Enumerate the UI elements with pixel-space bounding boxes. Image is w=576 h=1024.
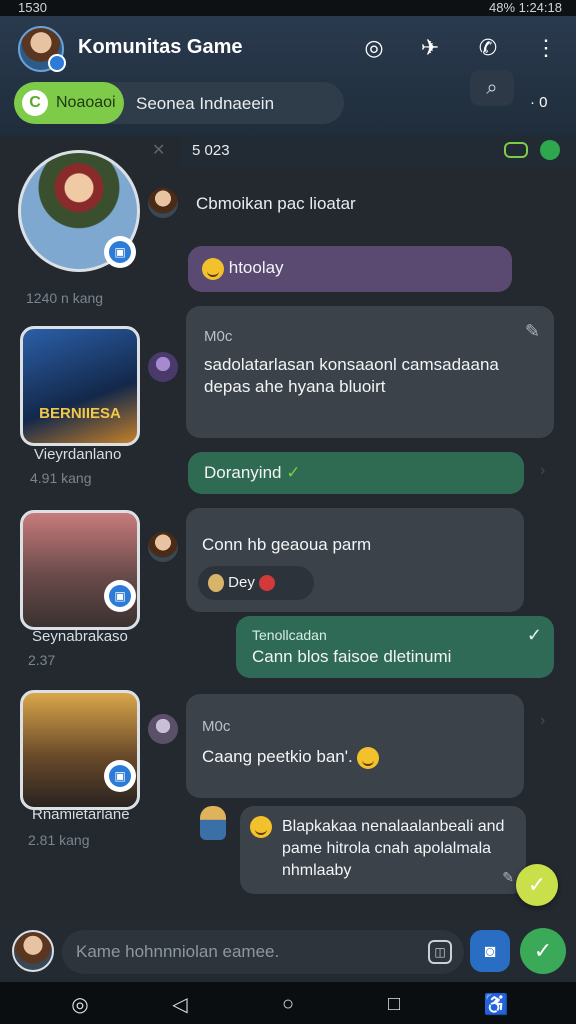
- message-7-text-row: Caang peetkio ban'.: [202, 746, 508, 769]
- toggle-icon[interactable]: [504, 142, 528, 158]
- message-6-text: Cann blos faisoe dletinumi: [252, 647, 452, 666]
- confirm-fab-button[interactable]: ✓: [516, 864, 558, 906]
- back-icon[interactable]: ◁: [166, 990, 194, 1018]
- message-4-bubble[interactable]: Doranyind ✓: [188, 452, 524, 494]
- message-5-bubble[interactable]: Conn hb geaoua parm Dey: [186, 508, 524, 612]
- user-icon: [208, 574, 224, 593]
- app-title: Komunitas Game: [78, 36, 243, 58]
- message-3-author: M0c: [204, 328, 233, 345]
- pin-icon[interactable]: ✈: [414, 32, 446, 64]
- sidebar-sub-4: 2.81 kang: [28, 832, 90, 848]
- sidebar-label-3: Seynabrakaso: [32, 628, 128, 645]
- app-header: Komunitas Game ◎ ✈ ✆ ⋮ C Noaoaoi Seonea …: [0, 16, 576, 136]
- message-5-text: Conn hb geaoua parm: [202, 535, 372, 554]
- message-8-bubble[interactable]: Blapkakaa nenalaalanbeali and pame hitro…: [240, 806, 526, 894]
- smile-emoji-icon: [250, 816, 272, 838]
- close-icon[interactable]: ✕: [152, 140, 165, 160]
- chevron-right-icon: ›: [540, 462, 546, 479]
- message-input[interactable]: Kame hohnnniolan eamee. ◫: [62, 930, 464, 974]
- status-bar: 1530 48% 1:24:18: [0, 0, 576, 16]
- search-input[interactable]: Seonea Indnaeein: [136, 94, 274, 114]
- status-time: 1530: [18, 0, 47, 15]
- check-icon: ✓: [526, 625, 542, 645]
- channel-subbar: 5 023: [180, 136, 576, 166]
- camera-badge-icon: ▣: [104, 760, 136, 792]
- chevron-right-icon: ›: [540, 712, 546, 729]
- smile-emoji-icon: [202, 257, 224, 280]
- member-count: 5 023: [192, 142, 230, 159]
- sidebar-sub-1: 1240 n kang: [26, 290, 104, 306]
- system-nav-bar: ◎ ◁ ○ □ ♿: [0, 982, 576, 1024]
- message-7-author: M0c: [202, 718, 231, 735]
- avatar[interactable]: [148, 352, 178, 382]
- camera-button[interactable]: ◙: [470, 930, 510, 972]
- message-4-text: Doranyind: [204, 463, 282, 482]
- community-chip[interactable]: C Noaoaoi: [14, 82, 124, 124]
- message-3-bubble[interactable]: M0c sadolatarlasan konsaaonl camsadaana …: [186, 306, 554, 438]
- message-placeholder: Kame hohnnniolan eamee.: [76, 942, 280, 961]
- message-6-author: Tenollcadan: [252, 627, 327, 643]
- edit-icon[interactable]: ✎: [525, 320, 540, 342]
- reaction-text: Dey: [228, 574, 255, 591]
- home-ring-icon[interactable]: ◎: [66, 990, 94, 1018]
- attachment-icon[interactable]: ◫: [428, 940, 452, 964]
- message-8-text: Blapkakaa nenalaalanbeali and pame hitro…: [282, 818, 505, 879]
- sidebar-sub-3: 2.37: [28, 652, 56, 668]
- sidebar-label-2: Vieyrdanlano: [34, 446, 122, 463]
- settings-dot[interactable]: · 0: [530, 94, 548, 111]
- message-composer: Kame hohnnniolan eamee. ◫ ◙ ✓: [0, 922, 576, 982]
- refresh-icon: C: [22, 90, 48, 116]
- check-icon: ✓: [286, 463, 301, 482]
- message-6-bubble[interactable]: Tenollcadan Cann blos faisoe dletinumi ✓: [236, 616, 554, 678]
- profile-avatar[interactable]: [18, 26, 66, 72]
- avatar[interactable]: [148, 532, 178, 562]
- message-3-text: sadolatarlasan konsaaonl camsadaana depa…: [204, 355, 499, 396]
- more-icon[interactable]: ⋮: [530, 32, 562, 64]
- status-right: 48% 1:24:18: [488, 0, 562, 15]
- search-bar[interactable]: C Noaoaoi Seonea Indnaeein: [14, 82, 344, 124]
- online-indicator-icon: [540, 140, 560, 160]
- avatar[interactable]: [148, 188, 178, 218]
- game-thumb-3[interactable]: [20, 510, 140, 630]
- online-badge-icon: [48, 54, 66, 72]
- accessibility-icon[interactable]: ♿: [482, 990, 510, 1018]
- home-icon[interactable]: ○: [274, 990, 302, 1018]
- game-thumb-2[interactable]: BERNIIESA: [20, 326, 140, 446]
- message-2-text: htoolay: [228, 258, 284, 277]
- game-thumb-4[interactable]: [20, 690, 140, 810]
- user-avatar[interactable]: [12, 930, 54, 972]
- user-sticker-icon: [200, 806, 226, 840]
- camera-badge-icon: ▣: [104, 580, 136, 612]
- message-7-bubble[interactable]: M0c Caang peetkio ban'.: [186, 694, 524, 798]
- call-icon[interactable]: ✆: [472, 32, 504, 64]
- chip-label: Noaoaoi: [56, 94, 116, 111]
- message-2-bubble[interactable]: htoolay: [188, 246, 512, 292]
- thumb-art-title: BERNIIESA: [39, 405, 121, 422]
- message-1: Cbmoikan pac lioatar: [196, 194, 356, 214]
- message-7-text: Caang peetkio ban'.: [202, 747, 353, 766]
- smile-emoji-icon: [357, 746, 380, 769]
- camera-badge-icon: ▣: [104, 236, 136, 268]
- search-icon[interactable]: ⌕: [470, 70, 514, 106]
- message-1-text: Cbmoikan pac lioatar: [196, 194, 356, 213]
- send-button[interactable]: ✓: [520, 928, 566, 974]
- edit-icon[interactable]: ✎: [502, 866, 514, 888]
- avatar[interactable]: [148, 714, 178, 744]
- sidebar-sub-2: 4.91 kang: [30, 470, 92, 486]
- recents-icon[interactable]: □: [380, 990, 408, 1018]
- sidebar-label-4: Rnamietarlane: [32, 806, 130, 823]
- target-icon[interactable]: ◎: [358, 32, 390, 64]
- reaction-pill[interactable]: Dey: [198, 566, 314, 600]
- heart-icon: [259, 575, 276, 592]
